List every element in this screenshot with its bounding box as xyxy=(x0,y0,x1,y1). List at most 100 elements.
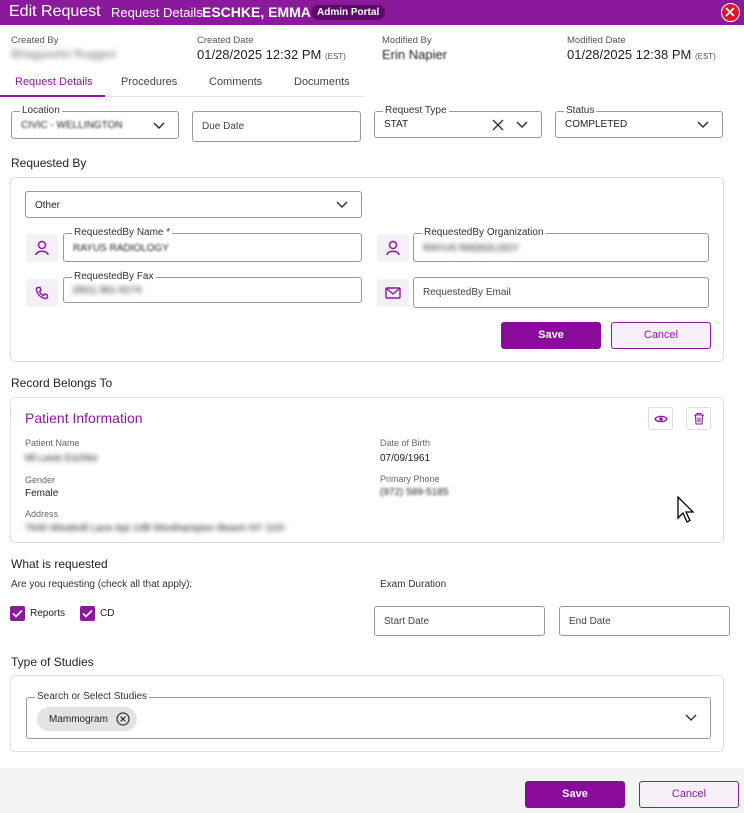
reports-label: Reports xyxy=(30,608,66,619)
cd-checkbox[interactable]: CD xyxy=(80,606,114,621)
patient-information-title: Patient Information xyxy=(25,410,143,426)
patient-name-value: Ml Lavie Eschke xyxy=(25,453,98,464)
chevron-down-icon xyxy=(697,121,709,129)
requested-by-email-input[interactable]: RequestedBy Email xyxy=(413,277,709,308)
person-icon-box xyxy=(377,234,409,262)
exam-duration-label: Exam Duration xyxy=(380,579,447,590)
person-icon xyxy=(35,240,49,256)
created-by-label: Created By xyxy=(11,35,59,46)
due-date-placeholder: Due Date xyxy=(202,121,245,132)
modified-date-label: Modified Date xyxy=(567,35,626,46)
studies-panel: Search or Select Studies Mammogram xyxy=(10,675,724,752)
request-type-label: Request Type xyxy=(383,105,449,116)
requested-by-name-input[interactable]: RequestedBy Name * RAYUS RADIOLOGY xyxy=(63,227,362,262)
address-value: 7640 Windmill Lane Apt 14B Westhampton B… xyxy=(25,523,285,534)
requested-by-type-value: Other xyxy=(35,200,61,211)
study-chip: Mammogram xyxy=(37,707,137,731)
dialog-subtitle-prefix: Request Details: xyxy=(111,5,207,20)
record-belongs-title: Record Belongs To xyxy=(11,376,113,390)
created-date-value: 01/28/2025 12:32 PM (EST) xyxy=(197,47,346,62)
trash-icon xyxy=(693,412,704,425)
requested-by-cancel-button[interactable]: Cancel xyxy=(611,322,711,349)
request-question: Are you requesting (check all that apply… xyxy=(11,579,193,590)
person-icon-box xyxy=(26,234,58,262)
what-requested-title: What is requested xyxy=(11,557,108,571)
close-icon xyxy=(725,7,735,17)
study-chip-label: Mammogram xyxy=(49,713,108,725)
cd-label: CD xyxy=(100,608,115,619)
modified-by-value: Erin Napier xyxy=(382,47,448,62)
tab-procedures[interactable]: Procedures xyxy=(121,76,177,88)
clear-icon[interactable] xyxy=(492,119,504,131)
studies-label: Search or Select Studies xyxy=(35,691,150,702)
patient-name-label: Patient Name xyxy=(25,438,80,448)
dialog-title: Edit Request xyxy=(9,3,101,20)
modified-date-value: 01/28/2025 12:38 PM (EST) xyxy=(567,47,716,62)
mouse-cursor-icon xyxy=(677,496,695,523)
gender-value: Female xyxy=(25,488,59,499)
tab-comments[interactable]: Comments xyxy=(209,76,262,88)
requested-by-fax-label: RequestedBy Fax xyxy=(72,271,156,282)
tab-documents[interactable]: Documents xyxy=(294,76,350,88)
studies-select[interactable]: Search or Select Studies Mammogram xyxy=(26,691,711,739)
requested-by-email-placeholder: RequestedBy Email xyxy=(423,287,511,298)
end-date-input[interactable]: End Date xyxy=(559,606,730,636)
requested-by-organization-label: RequestedBy Organization xyxy=(422,227,546,238)
checkbox-checked-icon xyxy=(10,606,25,621)
dob-label: Date of Birth xyxy=(380,438,431,448)
requested-by-fax-input[interactable]: RequestedBy Fax (561) 361-9174 xyxy=(63,271,362,303)
modified-by-label: Modified By xyxy=(382,35,432,46)
requested-by-organization-input[interactable]: RequestedBy Organization RAYUS RADIOLOGY xyxy=(413,227,709,262)
chevron-down-icon xyxy=(685,714,697,722)
type-of-studies-title: Type of Studies xyxy=(11,655,94,669)
status-value: COMPLETED xyxy=(565,119,628,130)
title-bar: Edit Request Request Details: ESCHKE, EM… xyxy=(0,0,744,25)
request-type-value: STAT xyxy=(384,119,409,130)
requested-by-save-button[interactable]: Save xyxy=(501,322,601,349)
email-icon xyxy=(385,287,401,299)
requested-by-panel: Other RequestedBy Name * RAYUS RADIOLOGY… xyxy=(10,177,724,362)
person-icon xyxy=(386,240,400,256)
start-date-input[interactable]: Start Date xyxy=(374,606,545,636)
chevron-down-icon xyxy=(516,121,528,129)
tabs-divider xyxy=(105,96,365,97)
footer-bar xyxy=(0,768,744,813)
close-button[interactable] xyxy=(721,3,740,22)
view-button[interactable] xyxy=(648,407,673,430)
requested-by-type-select[interactable]: Other xyxy=(25,191,362,218)
address-label: Address xyxy=(25,509,59,519)
chevron-down-icon xyxy=(336,201,348,209)
email-icon-box xyxy=(377,279,409,307)
gender-label: Gender xyxy=(25,475,56,485)
requested-by-name-label: RequestedBy Name * xyxy=(72,227,173,238)
location-value: CIVIC - WELLINGTON xyxy=(21,120,123,131)
location-select[interactable]: Location CIVIC - WELLINGTON xyxy=(11,105,179,139)
eye-icon xyxy=(653,415,668,422)
reports-checkbox[interactable]: Reports xyxy=(10,606,65,621)
delete-button[interactable] xyxy=(686,407,711,430)
tab-request-details[interactable]: Request Details xyxy=(15,76,93,88)
phone-icon xyxy=(35,286,49,300)
dob-value: 07/09/1961 xyxy=(380,453,431,464)
status-select[interactable]: Status COMPLETED xyxy=(555,105,723,138)
requested-by-title: Requested By xyxy=(11,156,87,170)
patient-information-card: Patient Information Patient Name Ml Lavi… xyxy=(10,397,724,543)
phone-icon-box xyxy=(26,279,58,307)
remove-chip-icon[interactable] xyxy=(116,712,130,726)
footer-save-button[interactable]: Save xyxy=(525,781,625,808)
primary-phone-value: (972) 589-5185 xyxy=(380,487,449,498)
start-date-placeholder: Start Date xyxy=(384,616,430,627)
request-type-select[interactable]: Request Type STAT xyxy=(374,105,542,138)
end-date-placeholder: End Date xyxy=(569,616,611,627)
created-date-label: Created Date xyxy=(197,35,254,46)
requested-by-name-value: RAYUS RADIOLOGY xyxy=(73,243,169,254)
footer-cancel-button[interactable]: Cancel xyxy=(639,781,739,808)
due-date-input[interactable]: Due Date xyxy=(192,111,361,142)
primary-phone-label: Primary Phone xyxy=(380,474,440,484)
checkbox-checked-icon xyxy=(80,606,95,621)
location-label: Location xyxy=(20,105,62,116)
active-tab-indicator xyxy=(0,95,105,97)
chevron-down-icon xyxy=(153,122,165,130)
dialog-patient-name: ESCHKE, EMMA xyxy=(202,4,311,20)
status-label: Status xyxy=(564,105,597,116)
